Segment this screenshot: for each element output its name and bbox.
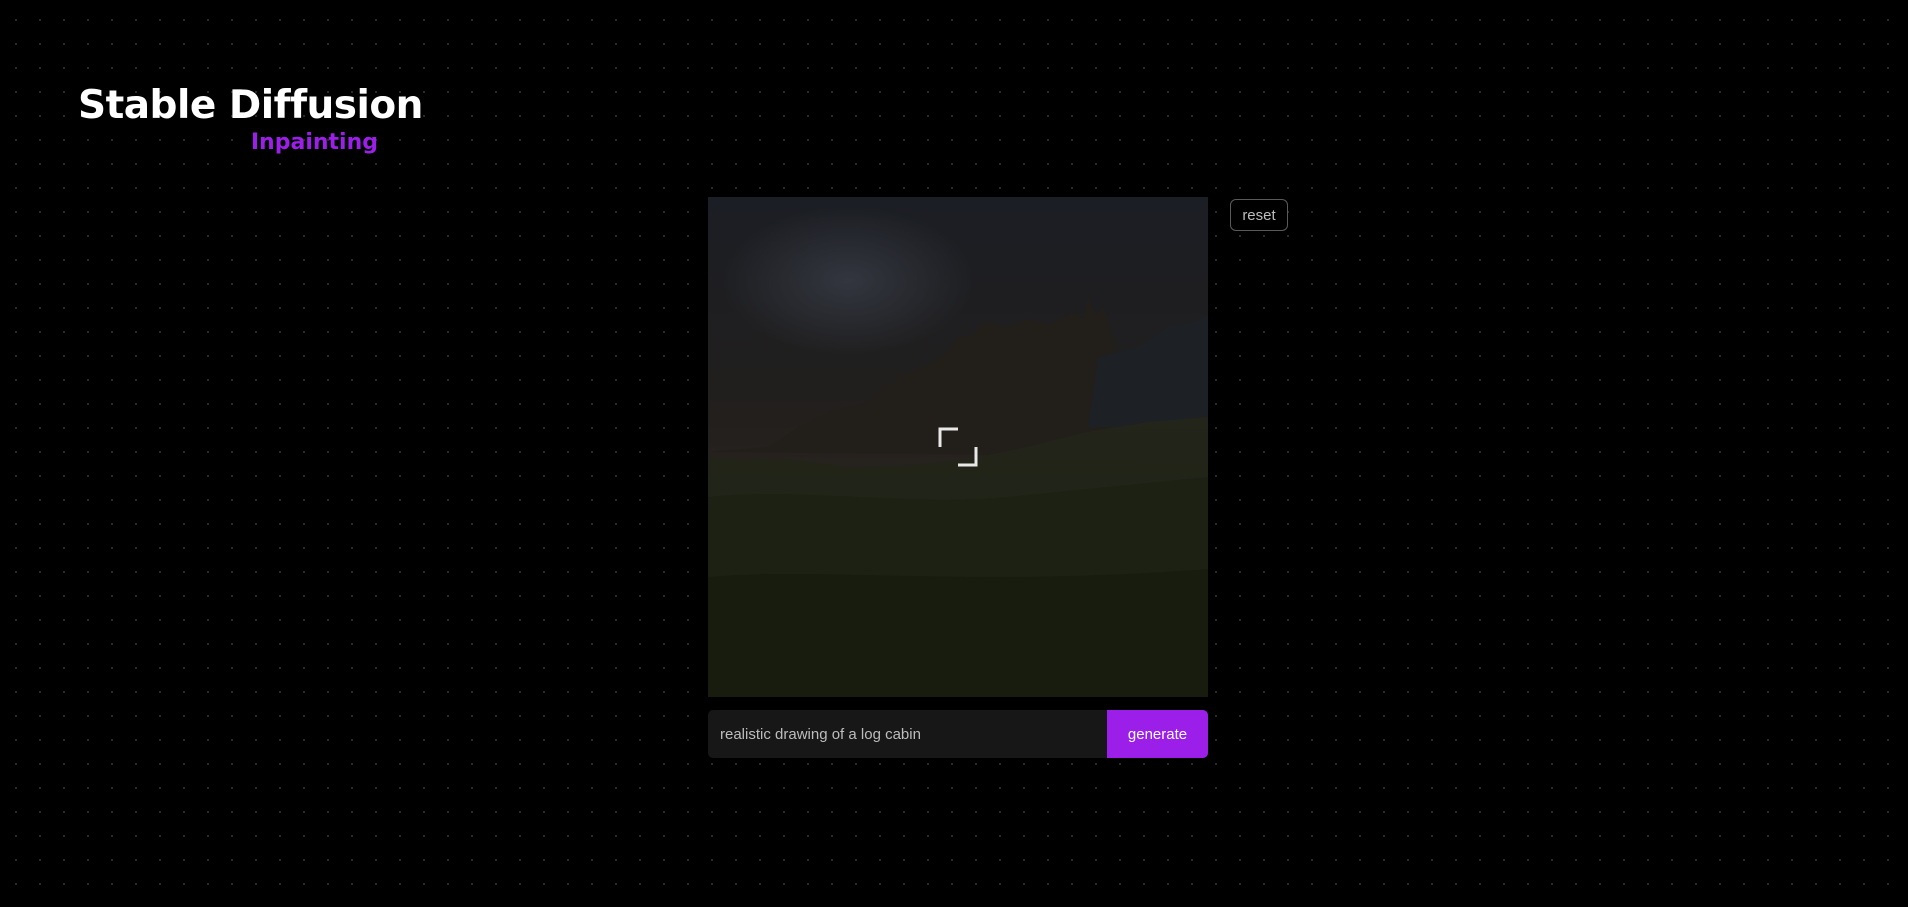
- prompt-input[interactable]: [708, 710, 1107, 758]
- reset-button[interactable]: reset: [1230, 199, 1288, 231]
- crosshair-icon: [938, 427, 978, 467]
- inpainting-canvas[interactable]: [708, 197, 1208, 697]
- app-title: Stable Diffusion: [78, 83, 423, 128]
- brand-header: Stable Diffusion Inpainting: [78, 82, 423, 156]
- prompt-bar: generate: [708, 710, 1208, 758]
- generate-button[interactable]: generate: [1107, 710, 1208, 758]
- app-subtitle: Inpainting: [250, 130, 378, 155]
